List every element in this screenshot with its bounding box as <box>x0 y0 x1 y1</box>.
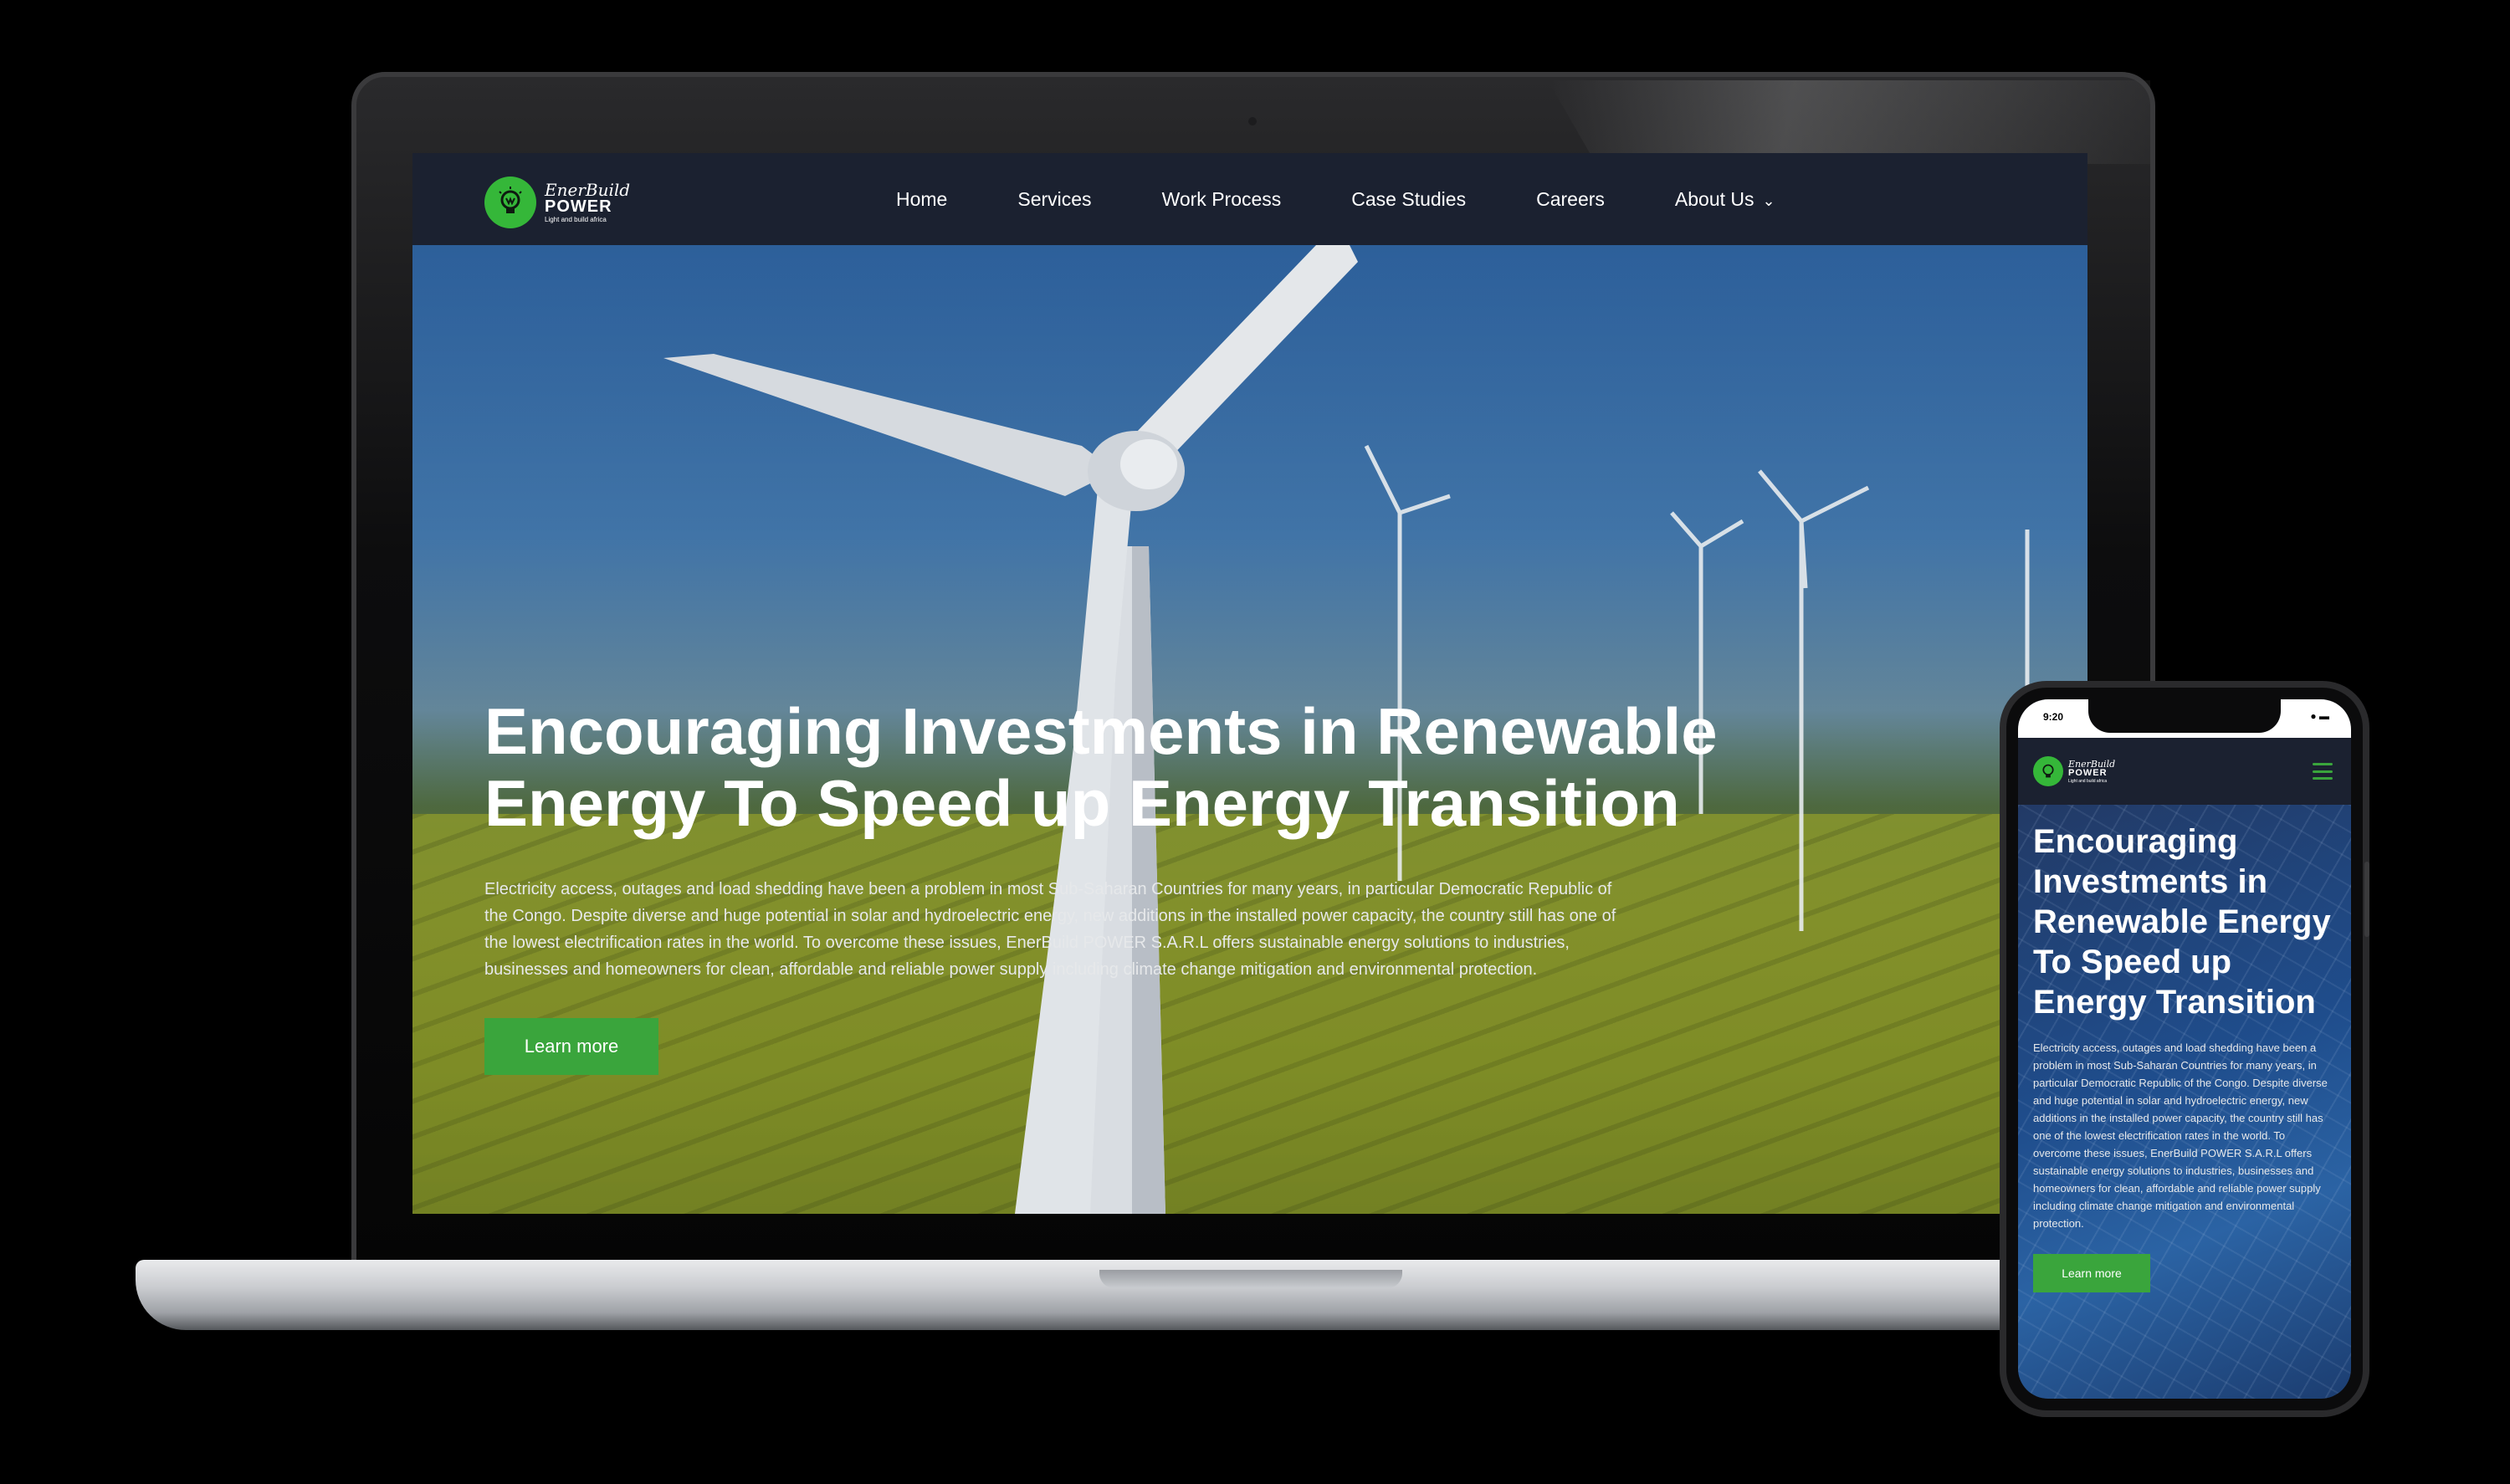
learn-more-button[interactable]: Learn more <box>484 1018 658 1075</box>
phone-notch <box>2088 699 2281 733</box>
brand-wordmark: EnerBuild POWER Light and build africa <box>545 182 630 223</box>
nav-item-about-us-label: About Us <box>1674 187 1754 210</box>
laptop-camera <box>1248 117 1257 125</box>
phone-hero-content: Encouraging Investments in Renewable Ene… <box>2033 821 2334 1292</box>
top-navigation: EnerBuild POWER Light and build africa H… <box>412 153 2087 245</box>
phone-brand-name-script: EnerBuild <box>2068 758 2116 770</box>
phone-hero-title: Encouraging Investments in Renewable Ene… <box>2033 823 2331 1021</box>
phone-hero-description: Electricity access, outages and load she… <box>2033 1041 2328 1230</box>
hero-content: Encouraging Investments in Renewable Ene… <box>484 695 1739 1075</box>
phone-brand-wordmark: EnerBuild POWER Light and build africa <box>2068 760 2115 784</box>
laptop-screen: Encouraging Investments in Renewable Ene… <box>412 153 2087 1214</box>
nav-item-services[interactable]: Services <box>1017 188 1091 211</box>
brand-logo[interactable]: EnerBuild POWER Light and build africa <box>484 177 630 228</box>
nav-item-case-studies[interactable]: Case Studies <box>1351 188 1466 211</box>
phone-learn-more-button[interactable]: Learn more <box>2033 1254 2150 1292</box>
laptop-opening-notch <box>1099 1270 1402 1288</box>
hero-description: Electricity access, outages and load she… <box>484 880 1616 979</box>
phone-screen: 9:20 ● ▬ EnerBuild POWER Light and build… <box>2018 699 2351 1399</box>
phone-status-bar: 9:20 ● ▬ <box>2018 699 2351 738</box>
phone-brand-name-bold: POWER <box>2068 767 2108 778</box>
lightbulb-icon <box>2033 756 2063 786</box>
laptop-glare <box>1548 80 2150 164</box>
phone-brand-logo[interactable]: EnerBuild POWER Light and build africa <box>2033 756 2115 786</box>
brand-tagline: Light and build africa <box>545 216 607 223</box>
nav-menu: Home Services Work Process Case Studies … <box>896 153 1846 245</box>
nav-item-home[interactable]: Home <box>896 188 947 211</box>
nav-item-careers[interactable]: Careers <box>1536 188 1605 211</box>
chevron-down-icon: ⌄ <box>1762 192 1775 209</box>
brand-name-bold: POWER <box>545 197 612 216</box>
nav-item-about-us[interactable]: About Us ⌄ <box>1675 188 1775 211</box>
wifi-battery-icon: ● ▬ <box>2310 710 2329 722</box>
nav-item-work-process[interactable]: Work Process <box>1162 188 1282 211</box>
phone-brand-tagline: Light and build africa <box>2068 778 2108 784</box>
status-time: 9:20 <box>2043 711 2064 723</box>
lightbulb-icon <box>484 177 536 228</box>
hero-section: Encouraging Investments in Renewable Ene… <box>412 245 2087 1214</box>
phone-hero-section: Encouraging Investments in Renewable Ene… <box>2018 805 2351 1399</box>
hamburger-icon[interactable] <box>2313 763 2333 780</box>
brand-name-script: EnerBuild <box>545 180 631 200</box>
phone-side-button <box>2364 862 2369 937</box>
phone-top-navigation: EnerBuild POWER Light and build africa <box>2018 738 2351 805</box>
hero-title: Encouraging Investments in Renewable Ene… <box>484 694 1718 840</box>
